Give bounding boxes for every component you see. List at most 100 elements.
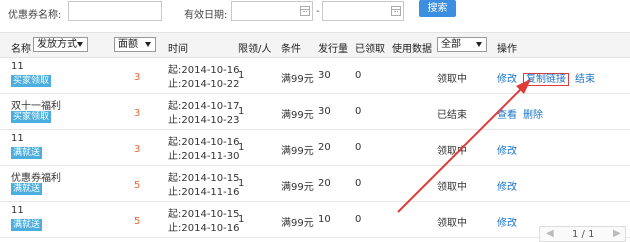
edit-link[interactable]: 修改 <box>497 218 517 229</box>
issue-method-badge: 买家领取 <box>11 111 52 123</box>
received-count: 0 <box>355 214 362 225</box>
table-row: 11 满就送 5 起:2014-10-15 止:2014-10-16 1 满99… <box>0 202 630 238</box>
status-text: 领取中 <box>437 218 467 229</box>
issue-method-badge: 满就送 <box>11 219 43 231</box>
prev-page-icon[interactable]: ◀ <box>546 228 554 239</box>
received-count: 0 <box>355 142 362 153</box>
edit-link[interactable]: 修改 <box>497 146 517 157</box>
view-link[interactable]: 查看 <box>497 110 517 121</box>
coupon-name: 双十一福利 <box>11 101 61 112</box>
table-row: 优惠券福利 满就送 5 起:2014-10-15 止:2014-11-16 1 … <box>0 166 630 202</box>
issued-count: 20 <box>318 142 331 153</box>
calendar-icon[interactable] <box>391 6 401 16</box>
per-user-limit: 1 <box>238 142 245 153</box>
edit-link[interactable]: 修改 <box>497 74 517 85</box>
row-actions: 修改 复制链接 结束 <box>497 70 601 86</box>
status-text: 领取中 <box>437 182 467 193</box>
validity-label: 有效日期: <box>184 10 228 21</box>
received-count: 0 <box>355 178 362 189</box>
start-time: 起:2014-10-16 <box>168 137 240 148</box>
coupon-name: 优惠券福利 <box>11 173 61 184</box>
issue-method-badge: 买家领取 <box>11 75 52 87</box>
coupon-amount: 3 <box>134 72 141 83</box>
usage-condition: 满99元 <box>281 110 314 121</box>
start-time: 起:2014-10-17 <box>168 101 240 112</box>
status-text: 领取中 <box>437 146 467 157</box>
end-time: 止:2014-11-16 <box>168 187 240 198</box>
issue-method-select[interactable]: 发放方式 <box>33 37 88 52</box>
issue-method-value: 发放方式 <box>37 39 77 50</box>
header-name: 名称 <box>11 44 31 55</box>
end-time: 止:2014-10-23 <box>168 115 240 126</box>
row-actions: 查看 删除 <box>497 106 549 121</box>
header-time: 时间 <box>168 44 188 55</box>
table-header: 名称 发放方式 面额 时间 限领/人 条件 发行量 已领取 使用数据 全部 操作 <box>0 32 630 58</box>
chevron-down-icon <box>145 42 151 47</box>
usage-condition: 满99元 <box>281 146 314 157</box>
page-indicator: 1 / 1 <box>572 229 595 240</box>
start-time: 起:2014-10-16 <box>168 65 240 76</box>
row-actions: 修改 <box>497 214 523 229</box>
coupon-amount: 5 <box>134 216 141 227</box>
next-page-icon[interactable]: ▶ <box>613 228 621 239</box>
header-usage: 使用数据 <box>392 44 432 55</box>
issue-method-badge: 满就送 <box>11 183 43 195</box>
coupon-name-input[interactable] <box>68 1 162 21</box>
search-button[interactable]: 搜索 <box>419 0 456 17</box>
start-time: 起:2014-10-15 <box>168 209 240 220</box>
table-row: 11 满就送 3 起:2014-10-16 止:2014-11-30 1 满99… <box>0 130 630 166</box>
row-actions: 修改 <box>497 178 523 193</box>
header-condition: 条件 <box>281 44 301 55</box>
end-time: 止:2014-11-30 <box>168 151 240 162</box>
issued-count: 20 <box>318 178 331 189</box>
table-row: 11 买家领取 3 起:2014-10-16 止:2014-10-22 1 满9… <box>0 58 630 94</box>
issued-count: 30 <box>318 106 331 117</box>
end-time: 止:2014-10-22 <box>168 79 240 90</box>
issued-count: 10 <box>318 214 331 225</box>
table-row: 双十一福利 买家领取 3 起:2014-10-17 止:2014-10-23 1… <box>0 94 630 130</box>
start-time: 起:2014-10-15 <box>168 173 240 184</box>
status-select[interactable]: 全部 <box>437 37 487 52</box>
per-user-limit: 1 <box>238 214 245 225</box>
header-issued: 发行量 <box>318 44 348 55</box>
edit-link[interactable]: 修改 <box>497 182 517 193</box>
status-select-value: 全部 <box>441 39 461 50</box>
issue-method-badge: 满就送 <box>11 147 43 159</box>
header-received: 已领取 <box>355 44 385 55</box>
per-user-limit: 1 <box>238 106 245 117</box>
coupon-amount: 5 <box>134 180 141 191</box>
coupon-amount: 3 <box>134 108 141 119</box>
filter-bar: 优惠券名称: 有效日期: - 搜索 <box>0 0 630 30</box>
delete-link[interactable]: 删除 <box>523 110 543 121</box>
usage-condition: 满99元 <box>281 182 314 193</box>
amount-select[interactable]: 面额 <box>114 37 156 52</box>
received-count: 0 <box>355 70 362 81</box>
per-user-limit: 1 <box>238 70 245 81</box>
end-time: 止:2014-10-16 <box>168 223 240 234</box>
end-link[interactable]: 结束 <box>575 74 595 85</box>
usage-condition: 满99元 <box>281 218 314 229</box>
chevron-down-icon <box>476 42 482 47</box>
usage-condition: 满99元 <box>281 74 314 85</box>
copy-link-button[interactable]: 复制链接 <box>523 73 569 86</box>
amount-select-value: 面额 <box>118 39 138 50</box>
coupon-name: 11 <box>11 133 24 144</box>
coupon-name: 11 <box>11 61 24 72</box>
coupon-name-label: 优惠券名称: <box>8 10 62 21</box>
per-user-limit: 1 <box>238 178 245 189</box>
header-ops: 操作 <box>497 44 517 55</box>
coupon-name: 11 <box>11 205 24 216</box>
calendar-icon[interactable] <box>300 6 310 16</box>
issued-count: 30 <box>318 70 331 81</box>
pagination: ◀ 1 / 1 ▶ <box>539 226 626 242</box>
date-end-input[interactable] <box>322 1 404 21</box>
header-limit: 限领/人 <box>238 44 272 55</box>
status-text: 领取中 <box>437 74 467 85</box>
date-separator: - <box>316 6 320 17</box>
row-actions: 修改 <box>497 142 523 157</box>
received-count: 0 <box>355 106 362 117</box>
date-start-input[interactable] <box>231 1 313 21</box>
chevron-down-icon <box>77 42 83 47</box>
coupon-amount: 3 <box>134 144 141 155</box>
status-text: 已结束 <box>437 110 467 121</box>
